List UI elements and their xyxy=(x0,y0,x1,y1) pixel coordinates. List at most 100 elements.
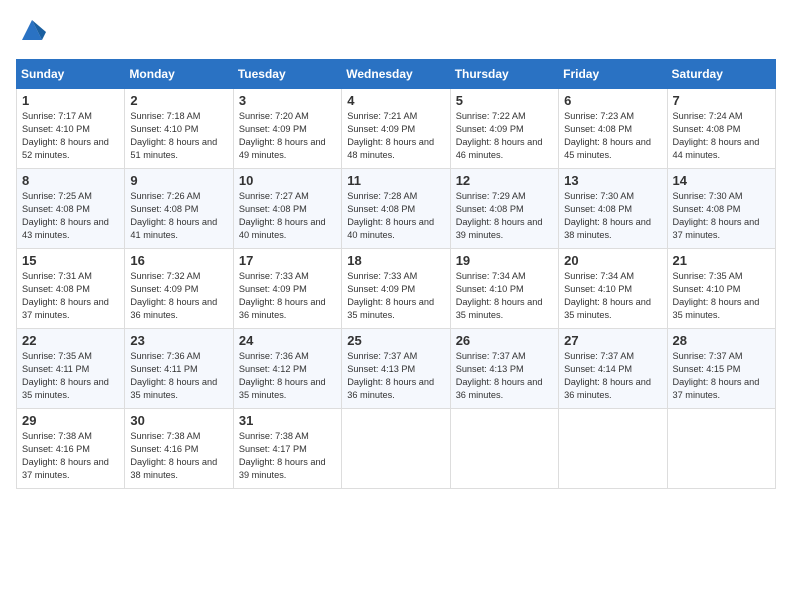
calendar-cell: 19 Sunrise: 7:34 AMSunset: 4:10 PMDaylig… xyxy=(450,249,558,329)
calendar-cell: 6 Sunrise: 7:23 AMSunset: 4:08 PMDayligh… xyxy=(559,89,667,169)
day-info: Sunrise: 7:22 AMSunset: 4:09 PMDaylight:… xyxy=(456,110,553,162)
day-number: 11 xyxy=(347,173,444,188)
day-info: Sunrise: 7:37 AMSunset: 4:15 PMDaylight:… xyxy=(673,350,770,402)
day-number: 29 xyxy=(22,413,119,428)
day-number: 31 xyxy=(239,413,336,428)
day-number: 7 xyxy=(673,93,770,108)
day-number: 27 xyxy=(564,333,661,348)
day-number: 6 xyxy=(564,93,661,108)
calendar-table: SundayMondayTuesdayWednesdayThursdayFrid… xyxy=(16,59,776,489)
calendar-week: 8 Sunrise: 7:25 AMSunset: 4:08 PMDayligh… xyxy=(17,169,776,249)
calendar-cell: 5 Sunrise: 7:22 AMSunset: 4:09 PMDayligh… xyxy=(450,89,558,169)
calendar-week: 1 Sunrise: 7:17 AMSunset: 4:10 PMDayligh… xyxy=(17,89,776,169)
day-number: 23 xyxy=(130,333,227,348)
calendar-cell: 24 Sunrise: 7:36 AMSunset: 4:12 PMDaylig… xyxy=(233,329,341,409)
calendar-cell xyxy=(450,409,558,489)
day-info: Sunrise: 7:38 AMSunset: 4:16 PMDaylight:… xyxy=(22,430,119,482)
header-day: Friday xyxy=(559,60,667,89)
header-day: Wednesday xyxy=(342,60,450,89)
day-info: Sunrise: 7:32 AMSunset: 4:09 PMDaylight:… xyxy=(130,270,227,322)
calendar-cell: 27 Sunrise: 7:37 AMSunset: 4:14 PMDaylig… xyxy=(559,329,667,409)
calendar-cell: 9 Sunrise: 7:26 AMSunset: 4:08 PMDayligh… xyxy=(125,169,233,249)
calendar-cell: 1 Sunrise: 7:17 AMSunset: 4:10 PMDayligh… xyxy=(17,89,125,169)
day-info: Sunrise: 7:37 AMSunset: 4:13 PMDaylight:… xyxy=(347,350,444,402)
header-day: Tuesday xyxy=(233,60,341,89)
calendar-cell: 4 Sunrise: 7:21 AMSunset: 4:09 PMDayligh… xyxy=(342,89,450,169)
header-row: SundayMondayTuesdayWednesdayThursdayFrid… xyxy=(17,60,776,89)
calendar-cell: 14 Sunrise: 7:30 AMSunset: 4:08 PMDaylig… xyxy=(667,169,775,249)
day-info: Sunrise: 7:37 AMSunset: 4:13 PMDaylight:… xyxy=(456,350,553,402)
calendar-cell xyxy=(667,409,775,489)
day-info: Sunrise: 7:27 AMSunset: 4:08 PMDaylight:… xyxy=(239,190,336,242)
calendar-cell: 10 Sunrise: 7:27 AMSunset: 4:08 PMDaylig… xyxy=(233,169,341,249)
day-info: Sunrise: 7:35 AMSunset: 4:10 PMDaylight:… xyxy=(673,270,770,322)
day-info: Sunrise: 7:33 AMSunset: 4:09 PMDaylight:… xyxy=(239,270,336,322)
day-info: Sunrise: 7:23 AMSunset: 4:08 PMDaylight:… xyxy=(564,110,661,162)
day-number: 17 xyxy=(239,253,336,268)
day-number: 16 xyxy=(130,253,227,268)
day-number: 1 xyxy=(22,93,119,108)
day-number: 15 xyxy=(22,253,119,268)
calendar-cell: 12 Sunrise: 7:29 AMSunset: 4:08 PMDaylig… xyxy=(450,169,558,249)
calendar-cell xyxy=(342,409,450,489)
day-number: 9 xyxy=(130,173,227,188)
day-number: 4 xyxy=(347,93,444,108)
day-number: 30 xyxy=(130,413,227,428)
day-number: 3 xyxy=(239,93,336,108)
day-number: 19 xyxy=(456,253,553,268)
day-info: Sunrise: 7:36 AMSunset: 4:11 PMDaylight:… xyxy=(130,350,227,402)
calendar-cell: 22 Sunrise: 7:35 AMSunset: 4:11 PMDaylig… xyxy=(17,329,125,409)
calendar-cell: 17 Sunrise: 7:33 AMSunset: 4:09 PMDaylig… xyxy=(233,249,341,329)
day-info: Sunrise: 7:34 AMSunset: 4:10 PMDaylight:… xyxy=(456,270,553,322)
day-number: 2 xyxy=(130,93,227,108)
day-info: Sunrise: 7:18 AMSunset: 4:10 PMDaylight:… xyxy=(130,110,227,162)
calendar-cell: 26 Sunrise: 7:37 AMSunset: 4:13 PMDaylig… xyxy=(450,329,558,409)
calendar-cell: 23 Sunrise: 7:36 AMSunset: 4:11 PMDaylig… xyxy=(125,329,233,409)
calendar-cell: 15 Sunrise: 7:31 AMSunset: 4:08 PMDaylig… xyxy=(17,249,125,329)
calendar-cell: 21 Sunrise: 7:35 AMSunset: 4:10 PMDaylig… xyxy=(667,249,775,329)
day-number: 21 xyxy=(673,253,770,268)
header-day: Saturday xyxy=(667,60,775,89)
day-info: Sunrise: 7:29 AMSunset: 4:08 PMDaylight:… xyxy=(456,190,553,242)
day-number: 22 xyxy=(22,333,119,348)
logo-text xyxy=(16,16,46,49)
calendar-cell: 8 Sunrise: 7:25 AMSunset: 4:08 PMDayligh… xyxy=(17,169,125,249)
calendar-cell: 16 Sunrise: 7:32 AMSunset: 4:09 PMDaylig… xyxy=(125,249,233,329)
calendar-week: 15 Sunrise: 7:31 AMSunset: 4:08 PMDaylig… xyxy=(17,249,776,329)
day-info: Sunrise: 7:26 AMSunset: 4:08 PMDaylight:… xyxy=(130,190,227,242)
calendar-cell: 13 Sunrise: 7:30 AMSunset: 4:08 PMDaylig… xyxy=(559,169,667,249)
day-number: 10 xyxy=(239,173,336,188)
day-info: Sunrise: 7:28 AMSunset: 4:08 PMDaylight:… xyxy=(347,190,444,242)
day-number: 18 xyxy=(347,253,444,268)
day-number: 28 xyxy=(673,333,770,348)
day-number: 8 xyxy=(22,173,119,188)
calendar-cell: 20 Sunrise: 7:34 AMSunset: 4:10 PMDaylig… xyxy=(559,249,667,329)
day-number: 20 xyxy=(564,253,661,268)
calendar-cell: 3 Sunrise: 7:20 AMSunset: 4:09 PMDayligh… xyxy=(233,89,341,169)
day-info: Sunrise: 7:33 AMSunset: 4:09 PMDaylight:… xyxy=(347,270,444,322)
day-info: Sunrise: 7:17 AMSunset: 4:10 PMDaylight:… xyxy=(22,110,119,162)
header-day: Thursday xyxy=(450,60,558,89)
day-number: 14 xyxy=(673,173,770,188)
day-number: 12 xyxy=(456,173,553,188)
day-info: Sunrise: 7:31 AMSunset: 4:08 PMDaylight:… xyxy=(22,270,119,322)
day-number: 26 xyxy=(456,333,553,348)
day-number: 25 xyxy=(347,333,444,348)
day-info: Sunrise: 7:34 AMSunset: 4:10 PMDaylight:… xyxy=(564,270,661,322)
day-info: Sunrise: 7:38 AMSunset: 4:16 PMDaylight:… xyxy=(130,430,227,482)
day-info: Sunrise: 7:24 AMSunset: 4:08 PMDaylight:… xyxy=(673,110,770,162)
calendar-cell: 30 Sunrise: 7:38 AMSunset: 4:16 PMDaylig… xyxy=(125,409,233,489)
day-info: Sunrise: 7:36 AMSunset: 4:12 PMDaylight:… xyxy=(239,350,336,402)
day-info: Sunrise: 7:35 AMSunset: 4:11 PMDaylight:… xyxy=(22,350,119,402)
day-info: Sunrise: 7:21 AMSunset: 4:09 PMDaylight:… xyxy=(347,110,444,162)
calendar-week: 29 Sunrise: 7:38 AMSunset: 4:16 PMDaylig… xyxy=(17,409,776,489)
day-info: Sunrise: 7:30 AMSunset: 4:08 PMDaylight:… xyxy=(673,190,770,242)
calendar-cell: 11 Sunrise: 7:28 AMSunset: 4:08 PMDaylig… xyxy=(342,169,450,249)
calendar-cell: 7 Sunrise: 7:24 AMSunset: 4:08 PMDayligh… xyxy=(667,89,775,169)
day-info: Sunrise: 7:37 AMSunset: 4:14 PMDaylight:… xyxy=(564,350,661,402)
header-day: Monday xyxy=(125,60,233,89)
calendar-cell: 29 Sunrise: 7:38 AMSunset: 4:16 PMDaylig… xyxy=(17,409,125,489)
logo-icon xyxy=(18,16,46,44)
day-number: 13 xyxy=(564,173,661,188)
day-number: 5 xyxy=(456,93,553,108)
